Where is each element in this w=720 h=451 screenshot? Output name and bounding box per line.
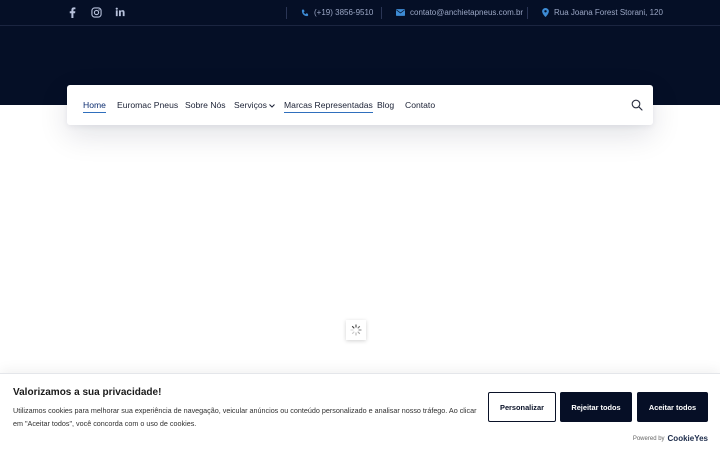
phone-text: (+19) 3856-9510 — [314, 8, 374, 17]
nav-item-sobre-nos[interactable]: Sobre Nós — [185, 100, 226, 110]
social-links — [66, 6, 126, 18]
nav-item-home[interactable]: Home — [83, 100, 106, 113]
powered-by[interactable]: Powered by CookieYes — [633, 434, 708, 443]
nav-item-label: Serviços — [234, 100, 267, 110]
map-pin-icon — [542, 8, 549, 17]
address-text: Rua Joana Forest Storani, 120 — [554, 8, 663, 17]
loading-spinner — [346, 320, 366, 340]
top-bar: (+19) 3856-9510 contato@anchietapneus.co… — [0, 0, 720, 26]
phone-icon — [301, 9, 309, 17]
nav-item-blog[interactable]: Blog — [377, 100, 394, 110]
nav-item-servicos[interactable]: Serviços — [234, 100, 275, 110]
cookieyes-logo: CookieYes — [667, 434, 708, 443]
instagram-icon[interactable] — [90, 6, 102, 18]
main-navbar: Home Euromac Pneus Sobre Nós Serviços Ma… — [67, 85, 653, 125]
phone-contact[interactable]: (+19) 3856-9510 — [301, 0, 373, 25]
powered-by-label: Powered by — [632, 435, 665, 442]
chevron-down-icon — [269, 103, 275, 108]
address-contact[interactable]: Rua Joana Forest Storani, 120 — [542, 0, 663, 25]
cookie-title: Valorizamos a sua privacidade! — [13, 387, 162, 398]
cookie-description: Utilizamos cookies para melhorar sua exp… — [13, 406, 477, 428]
nav-item-euromac-pneus[interactable]: Euromac Pneus — [117, 100, 178, 110]
nav-item-marcas-representadas[interactable]: Marcas Representadas — [284, 100, 373, 113]
email-contact[interactable]: contato@anchietapneus.com.br — [396, 0, 523, 25]
divider — [381, 7, 382, 19]
accept-all-button[interactable]: Aceitar todos — [637, 392, 708, 422]
divider — [527, 7, 528, 19]
envelope-icon — [396, 9, 405, 16]
reject-all-button[interactable]: Rejeitar todos — [560, 392, 632, 422]
cookie-consent-banner: Valorizamos a sua privacidade! Utilizamo… — [0, 373, 720, 451]
divider — [286, 7, 287, 19]
email-text: contato@anchietapneus.com.br — [410, 8, 524, 17]
facebook-icon[interactable] — [66, 6, 78, 18]
linkedin-icon[interactable] — [114, 6, 126, 18]
customize-button[interactable]: Personalizar — [488, 392, 556, 422]
nav-item-contato[interactable]: Contato — [405, 100, 435, 110]
search-icon[interactable] — [631, 99, 643, 111]
spinner-icon — [350, 324, 362, 336]
